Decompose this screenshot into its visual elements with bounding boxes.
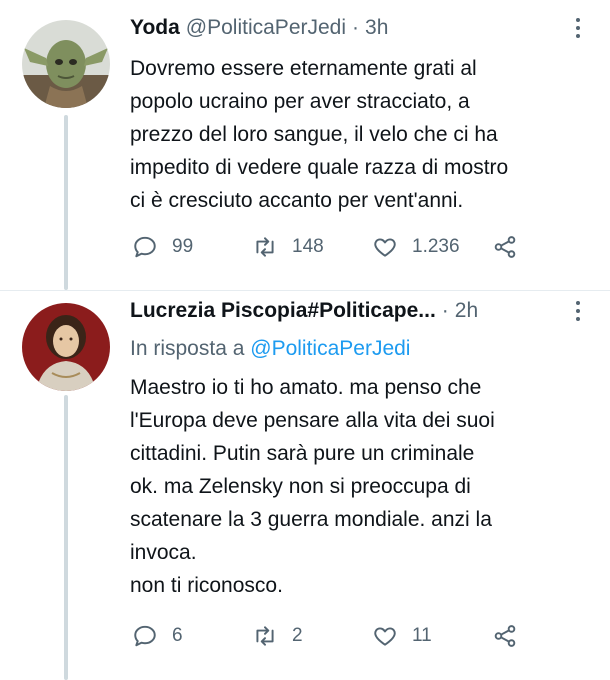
- tweet-text: Dovremo essere eternamente grati al popo…: [130, 57, 509, 212]
- more-icon[interactable]: [566, 16, 590, 40]
- like-count: 11: [412, 625, 432, 646]
- avatar-portrait-image: [22, 303, 110, 391]
- like-icon: [374, 627, 396, 646]
- thread-line: [64, 395, 68, 680]
- author-name[interactable]: Yoda: [130, 16, 180, 40]
- reply-prefix: In risposta a: [130, 337, 245, 360]
- like-button[interactable]: 1.236: [372, 232, 460, 262]
- separator-dot: ·: [441, 299, 449, 322]
- reply-mention-link[interactable]: @PoliticaPerJedi: [250, 337, 410, 360]
- retweet-icon: [256, 237, 274, 257]
- tweet[interactable]: Yoda @PoliticaPerJedi · 3h Dovremo esser…: [0, 0, 610, 291]
- action-bar: 99 148 1.236: [132, 232, 552, 262]
- retweet-count: 148: [292, 236, 324, 257]
- retweet-count: 2: [292, 625, 303, 646]
- timestamp[interactable]: 2h: [455, 299, 478, 323]
- retweet-button[interactable]: 2: [252, 621, 303, 651]
- reply-icon: [134, 236, 156, 258]
- share-button[interactable]: [492, 621, 518, 651]
- tweet-header: Yoda @PoliticaPerJedi · 3h: [130, 16, 550, 40]
- like-count: 1.236: [412, 236, 460, 257]
- reply-count: 99: [172, 236, 194, 257]
- like-button[interactable]: 11: [372, 621, 432, 651]
- action-bar: 6 2 11: [132, 621, 552, 651]
- author-handle[interactable]: @PoliticaPerJedi: [186, 16, 346, 40]
- avatar[interactable]: [22, 303, 110, 391]
- reply-button[interactable]: 6: [132, 621, 183, 651]
- thread-line: [64, 115, 68, 290]
- reply-count: 6: [172, 625, 183, 646]
- like-icon: [374, 238, 396, 257]
- retweet-button[interactable]: 148: [252, 232, 324, 262]
- reply-button[interactable]: 99: [132, 232, 193, 262]
- author-name[interactable]: Lucrezia Piscopia#Politicape...: [130, 299, 436, 323]
- tweet-text: Maestro io ti ho amato. ma penso che l'E…: [130, 376, 495, 597]
- share-button[interactable]: [492, 232, 518, 262]
- retweet-icon: [256, 626, 274, 646]
- reply-context: In risposta a @PoliticaPerJedi: [130, 337, 410, 361]
- avatar-yoda-image: [22, 20, 110, 108]
- reply-icon: [134, 625, 156, 647]
- avatar[interactable]: [22, 20, 110, 108]
- share-icon: [494, 625, 516, 647]
- tweet[interactable]: Lucrezia Piscopia#Politicape... · 2h In …: [0, 291, 610, 680]
- tweet-header: Lucrezia Piscopia#Politicape... · 2h: [130, 299, 550, 323]
- more-icon[interactable]: [566, 299, 590, 323]
- separator-dot: ·: [352, 16, 360, 39]
- timestamp[interactable]: 3h: [365, 16, 388, 40]
- share-icon: [494, 236, 516, 258]
